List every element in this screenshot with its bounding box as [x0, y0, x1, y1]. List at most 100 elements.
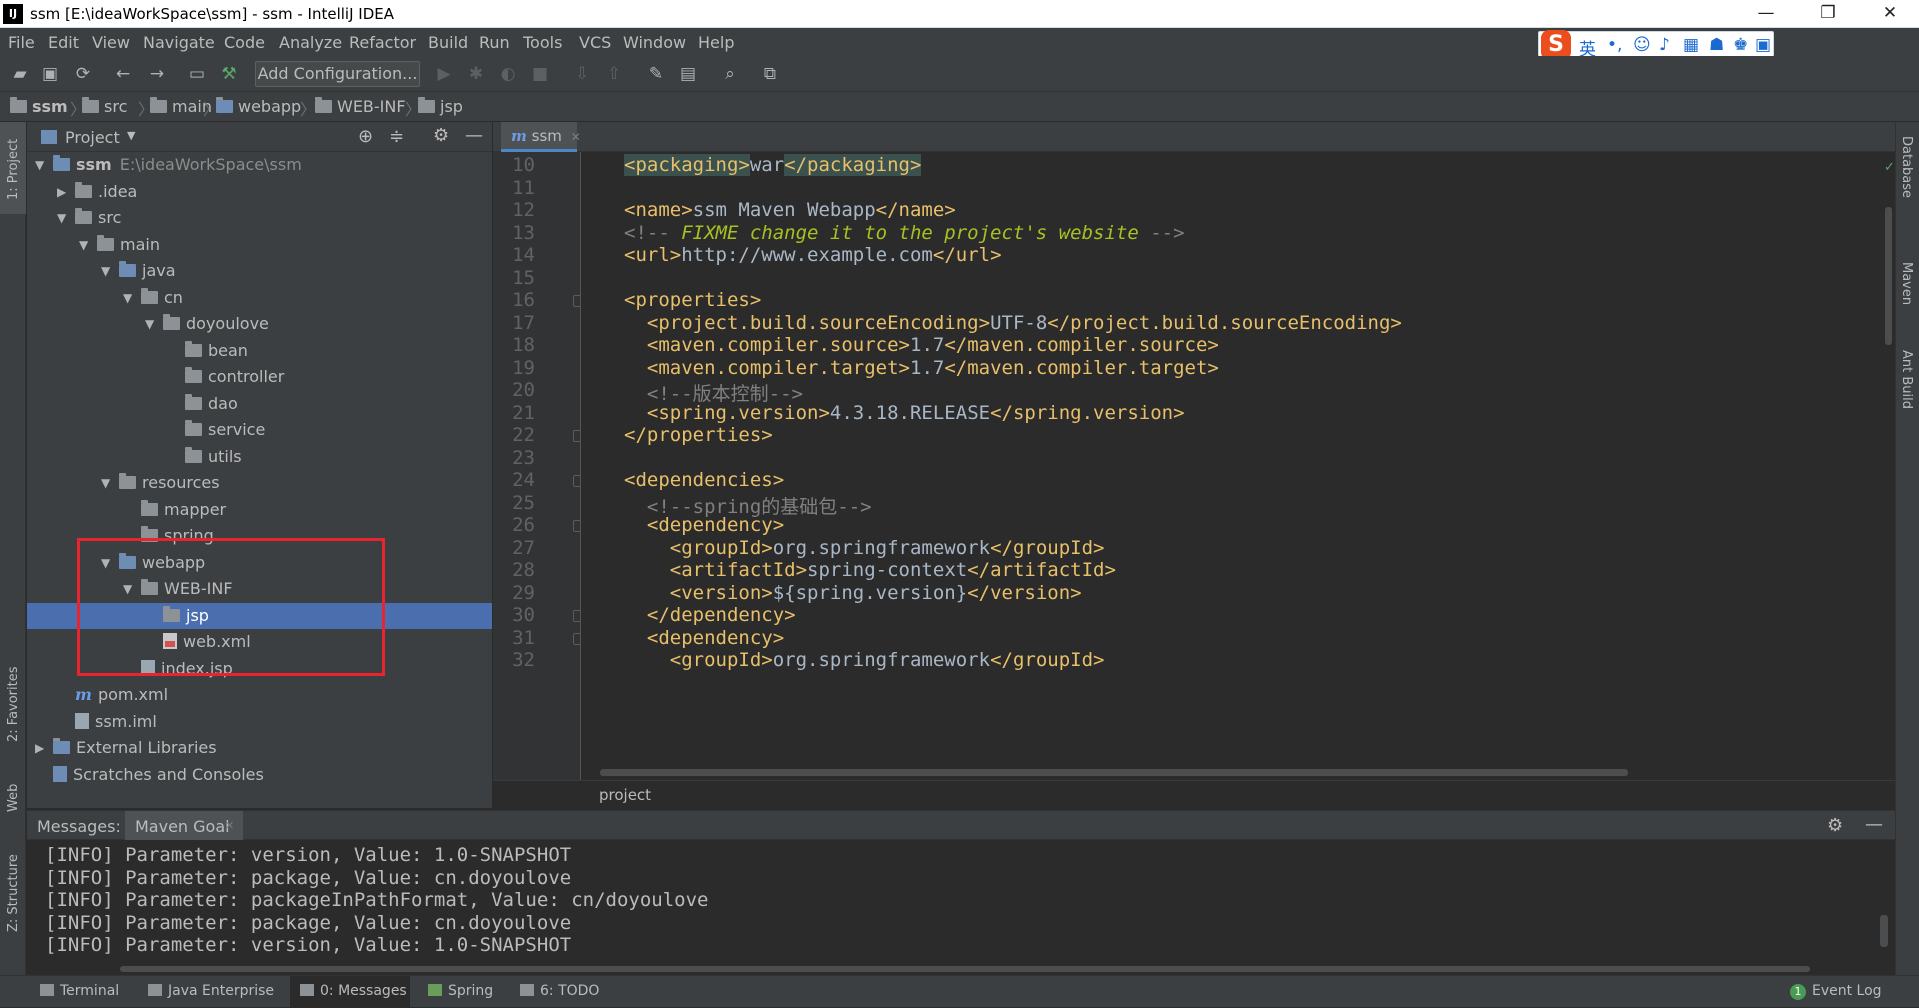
chevron-down-icon[interactable]: ▼	[57, 205, 66, 231]
build-hammer-icon[interactable]: ⚒	[219, 64, 239, 84]
breadcrumb-item[interactable]: webapp	[216, 97, 301, 116]
tool-window-maven[interactable]: Maven	[1899, 262, 1914, 305]
chevron-down-icon[interactable]: ▼	[101, 258, 110, 284]
microphone-icon[interactable]: ♪	[1659, 35, 1670, 55]
chevron-down-icon[interactable]: ▼	[101, 470, 110, 496]
gear-icon[interactable]: ⚙	[433, 125, 449, 146]
open-folder-icon[interactable]: ▰	[10, 64, 30, 84]
fold-marker-icon[interactable]	[573, 632, 580, 645]
fold-marker-icon[interactable]	[573, 475, 580, 487]
project-tree-node[interactable]: index.jsp	[27, 656, 492, 682]
tool-window-ant-build[interactable]: Ant Build	[1899, 350, 1914, 409]
settings-wrench-icon[interactable]: ✎	[646, 64, 666, 84]
menu-navigate[interactable]: Navigate	[143, 33, 215, 52]
coverage-icon[interactable]: ◐	[498, 64, 518, 84]
hide-panel-icon[interactable]: —	[465, 125, 483, 146]
presentation-icon[interactable]: ⧉	[760, 64, 780, 84]
tool-window-project[interactable]: 1: Project	[6, 139, 21, 200]
skin-icon[interactable]: ♚	[1733, 35, 1748, 55]
project-tree-node[interactable]: dao	[27, 391, 492, 417]
terminal-window-icon[interactable]: ▭	[187, 64, 207, 84]
fold-marker-icon[interactable]	[573, 610, 580, 622]
toolbox-icon[interactable]: ▣	[1755, 35, 1771, 55]
project-tree-node[interactable]: utils	[27, 444, 492, 470]
chevron-down-icon[interactable]: ▼	[123, 576, 132, 602]
editor-tab-ssm[interactable]: m ssm ✕	[501, 122, 581, 152]
fold-marker-icon[interactable]	[573, 430, 580, 442]
menu-tools[interactable]: Tools	[523, 33, 562, 52]
menu-window[interactable]: Window	[623, 33, 686, 52]
ime-toolbar[interactable]: S 英 •, ☺ ♪ ▦ ☗ ♚ ▣	[1538, 30, 1774, 60]
run-icon[interactable]: ▶	[434, 64, 454, 84]
project-tree-node[interactable]: service	[27, 417, 492, 443]
chevron-down-icon[interactable]: ▼	[79, 232, 88, 258]
menu-run[interactable]: Run	[479, 33, 510, 52]
project-tree-node[interactable]: ▼ cn	[27, 285, 492, 311]
close-button[interactable]: ✕	[1862, 0, 1918, 28]
menu-file[interactable]: File	[8, 33, 35, 52]
keyboard-icon[interactable]: ▦	[1683, 35, 1699, 55]
restore-button[interactable]: ❐	[1800, 0, 1856, 28]
forward-icon[interactable]: →	[147, 64, 167, 84]
code-editor[interactable]: <packaging>war</packaging> <name>ssm Mave…	[582, 152, 1882, 780]
menu-refactor[interactable]: Refactor	[349, 33, 416, 52]
project-tree-node[interactable]: ▶ .idea	[27, 179, 492, 205]
close-tab-icon[interactable]: ✕	[571, 130, 581, 144]
search-icon[interactable]: ⌕	[720, 64, 740, 84]
minimize-button[interactable]: —	[1738, 0, 1794, 28]
chevron-right-icon[interactable]: ▶	[35, 735, 44, 761]
menu-build[interactable]: Build	[428, 33, 468, 52]
chevron-down-icon[interactable]: ▼	[35, 152, 44, 178]
project-tree-node[interactable]: bean	[27, 338, 492, 364]
vcs-update-icon[interactable]: ⇩	[572, 64, 592, 84]
project-view-selector[interactable]: Project	[65, 128, 120, 147]
project-tree-node[interactable]: spring	[27, 523, 492, 549]
project-tree-node[interactable]: ▼ WEB-INF	[27, 576, 492, 602]
spring-tool-button[interactable]: Spring	[428, 983, 493, 999]
project-tree-node[interactable]: ▼ doyoulove	[27, 311, 492, 337]
editor-vertical-scrollbar[interactable]: ✓	[1882, 152, 1895, 780]
project-tree-node[interactable]: ▼ webapp	[27, 550, 492, 576]
close-tab-icon[interactable]: ✕	[225, 819, 234, 832]
java-enterprise-tool-button[interactable]: Java Enterprise	[148, 983, 274, 999]
tool-window-favorites[interactable]: 2: Favorites	[6, 666, 21, 742]
project-tree-node[interactable]: ▶ External Libraries	[27, 735, 492, 761]
chevron-down-icon[interactable]: ▼	[127, 129, 135, 142]
project-tree-node[interactable]: m pom.xml	[27, 682, 492, 708]
chevron-down-icon[interactable]: ▼	[145, 311, 154, 337]
chevron-down-icon[interactable]: ▼	[101, 550, 110, 576]
breadcrumb-item[interactable]: jsp	[418, 97, 463, 116]
chevron-right-icon[interactable]: ▶	[57, 179, 66, 205]
scrollbar-thumb[interactable]	[1885, 207, 1892, 345]
fold-marker-icon[interactable]	[573, 295, 580, 307]
project-tree-node[interactable]: mapper	[27, 497, 492, 523]
punctuation-icon[interactable]: •,	[1607, 35, 1622, 55]
chevron-down-icon[interactable]: ▼	[123, 285, 132, 311]
stop-icon[interactable]: ■	[530, 64, 550, 84]
todo-tool-button[interactable]: 6: TODO	[520, 983, 599, 999]
xml-path-crumb[interactable]: project	[599, 786, 651, 804]
hide-panel-icon[interactable]: —	[1865, 814, 1883, 835]
project-tree-node[interactable]: controller	[27, 364, 492, 390]
vcs-commit-icon[interactable]: ⇧	[604, 64, 624, 84]
menu-view[interactable]: View	[92, 33, 130, 52]
menu-edit[interactable]: Edit	[48, 33, 79, 52]
console-vertical-scrollbar[interactable]	[1880, 915, 1888, 947]
project-tree-node[interactable]: ▼ resources	[27, 470, 492, 496]
sync-icon[interactable]: ⟳	[73, 64, 93, 84]
project-tree-node[interactable]: ▼ ssm E:\ideaWorkSpace\ssm	[27, 152, 492, 178]
maven-goal-tab[interactable]: Maven Goal ✕	[125, 811, 243, 841]
project-tree-node[interactable]: web.xml	[27, 629, 492, 655]
event-log-button[interactable]: 1 Event Log	[1790, 983, 1882, 1000]
project-tree-node[interactable]: ▼ java	[27, 258, 492, 284]
project-tree-node[interactable]: ssm.iml	[27, 709, 492, 735]
menu-analyze[interactable]: Analyze	[279, 33, 342, 52]
tool-window-structure[interactable]: Z: Structure	[6, 854, 21, 932]
debug-icon[interactable]: ✱	[466, 64, 486, 84]
project-structure-icon[interactable]: ▤	[678, 64, 698, 84]
tool-window-web[interactable]: Web	[6, 784, 21, 812]
user-icon[interactable]: ☗	[1709, 35, 1724, 55]
fold-marker-icon[interactable]	[573, 520, 580, 532]
project-tree-node[interactable]: ▼ src	[27, 205, 492, 231]
menu-vcs[interactable]: VCS	[579, 33, 611, 52]
